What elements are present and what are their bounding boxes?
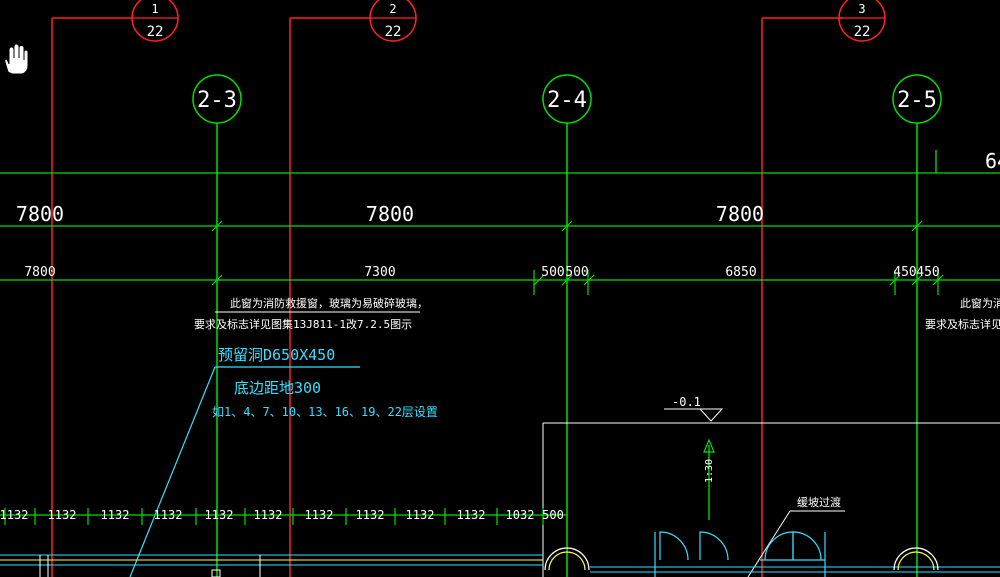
- dim-row2-f: 450: [893, 265, 916, 280]
- axis-bubble-top: 1: [151, 2, 158, 16]
- wall-window-strip: [0, 554, 1000, 577]
- axis-bubble-top: 2: [389, 2, 396, 16]
- dim-bottom-2: 1132: [48, 508, 77, 522]
- dim-row1-c: 7800: [716, 202, 764, 226]
- ramp-note-text: 缓坡过渡: [797, 495, 841, 509]
- red-axis-lines: [51, 17, 843, 577]
- pan-hand-icon: [4, 43, 29, 75]
- dimension-ticks: [211, 220, 944, 295]
- axis-bubble-3-22[interactable]: 3 22: [838, 0, 886, 42]
- note-fire-window-right-1: 此窗为消: [960, 296, 1000, 310]
- dim-row2-d: 500: [565, 265, 588, 280]
- reserved-opening-note: 预留洞D650X450 底边距地300 如1、4、7、10、13、16、19、2…: [129, 346, 438, 577]
- dim-bottom-8: 1132: [356, 508, 385, 522]
- cad-drawing-canvas[interactable]: 1 22 2 22 3 22 2-3 2-4 2-5 6 7800 7800 7…: [0, 0, 1000, 577]
- axis-label: 2-5: [897, 88, 937, 113]
- dim-row2-c: 500: [541, 265, 564, 280]
- dim-row2-a: 7800: [24, 265, 55, 280]
- dim-row2-b: 7300: [364, 265, 395, 280]
- axis-bubble-bottom: 22: [854, 24, 871, 40]
- axis-bubble-2-22[interactable]: 2 22: [369, 0, 417, 42]
- axis-bubble-2-4[interactable]: 2-4: [542, 74, 592, 124]
- dim-row2-g: 450: [916, 265, 939, 280]
- dim-bottom-4: 1132: [154, 508, 183, 522]
- dim-bottom-6: 1132: [254, 508, 283, 522]
- elevation-text: -0.1: [672, 395, 701, 409]
- axis-bubble-2-5[interactable]: 2-5: [892, 74, 942, 124]
- axis-bubble-bottom: 22: [385, 24, 402, 40]
- axis-bubble-1-22[interactable]: 1 22: [131, 0, 179, 42]
- note-floors: 如1、4、7、10、13、16、19、22层设置: [212, 404, 438, 419]
- green-dimension-lines: [0, 150, 1000, 281]
- dim-bottom-5: 1132: [205, 508, 234, 522]
- door-swings: [544, 531, 939, 577]
- note-sill-height: 底边距地300: [234, 379, 321, 397]
- dim-bottom-9: 1132: [406, 508, 435, 522]
- dim-row1-a: 7800: [16, 202, 64, 226]
- dim-bottom-11: 1032: [506, 508, 535, 522]
- slope-text: 1:30: [704, 459, 715, 483]
- note-fire-window-2: 要求及标志详见图集13J811-1改7.2.5图示: [194, 317, 412, 331]
- dim-bottom-12: 500: [542, 508, 564, 522]
- dim-bottom-1: 1132: [0, 508, 28, 522]
- axis-bubble-2-3[interactable]: 2-3: [192, 74, 242, 124]
- dim-bottom-3: 1132: [101, 508, 130, 522]
- dim-bottom-7: 1132: [305, 508, 334, 522]
- elevation-marker[interactable]: -0.1: [664, 395, 724, 422]
- dim-bottom-10: 1132: [457, 508, 486, 522]
- dim-overall: 64801: [985, 149, 1000, 173]
- note-fire-window-right-2: 要求及标志详见: [925, 317, 1000, 331]
- slope-arrow: 1:30: [703, 438, 715, 520]
- axis-bubble-bottom: 22: [147, 24, 164, 40]
- dim-row1-b: 7800: [366, 202, 414, 226]
- axis-bubble-top: 3: [858, 2, 865, 16]
- axis-label: 2-4: [547, 88, 587, 113]
- note-fire-window-1: 此窗为消防救援窗，玻璃为易破碎玻璃，: [230, 296, 428, 310]
- dim-row2-e: 6850: [725, 265, 756, 280]
- note-reserved-opening: 预留洞D650X450: [218, 346, 335, 364]
- axis-label: 2-3: [197, 88, 237, 113]
